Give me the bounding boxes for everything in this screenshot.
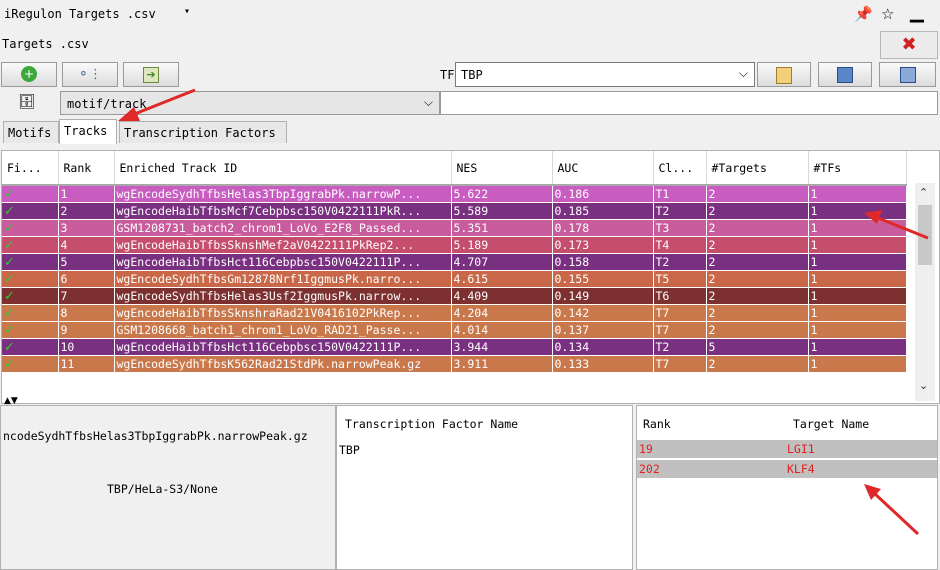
- annotation-arrows: [118, 88, 929, 536]
- annotation-arrow: [131, 88, 196, 117]
- annotation-arrowhead: [118, 107, 140, 121]
- annotation-arrowhead: [864, 210, 882, 224]
- annotation-arrow: [877, 216, 929, 240]
- annotation-arrow: [872, 491, 920, 536]
